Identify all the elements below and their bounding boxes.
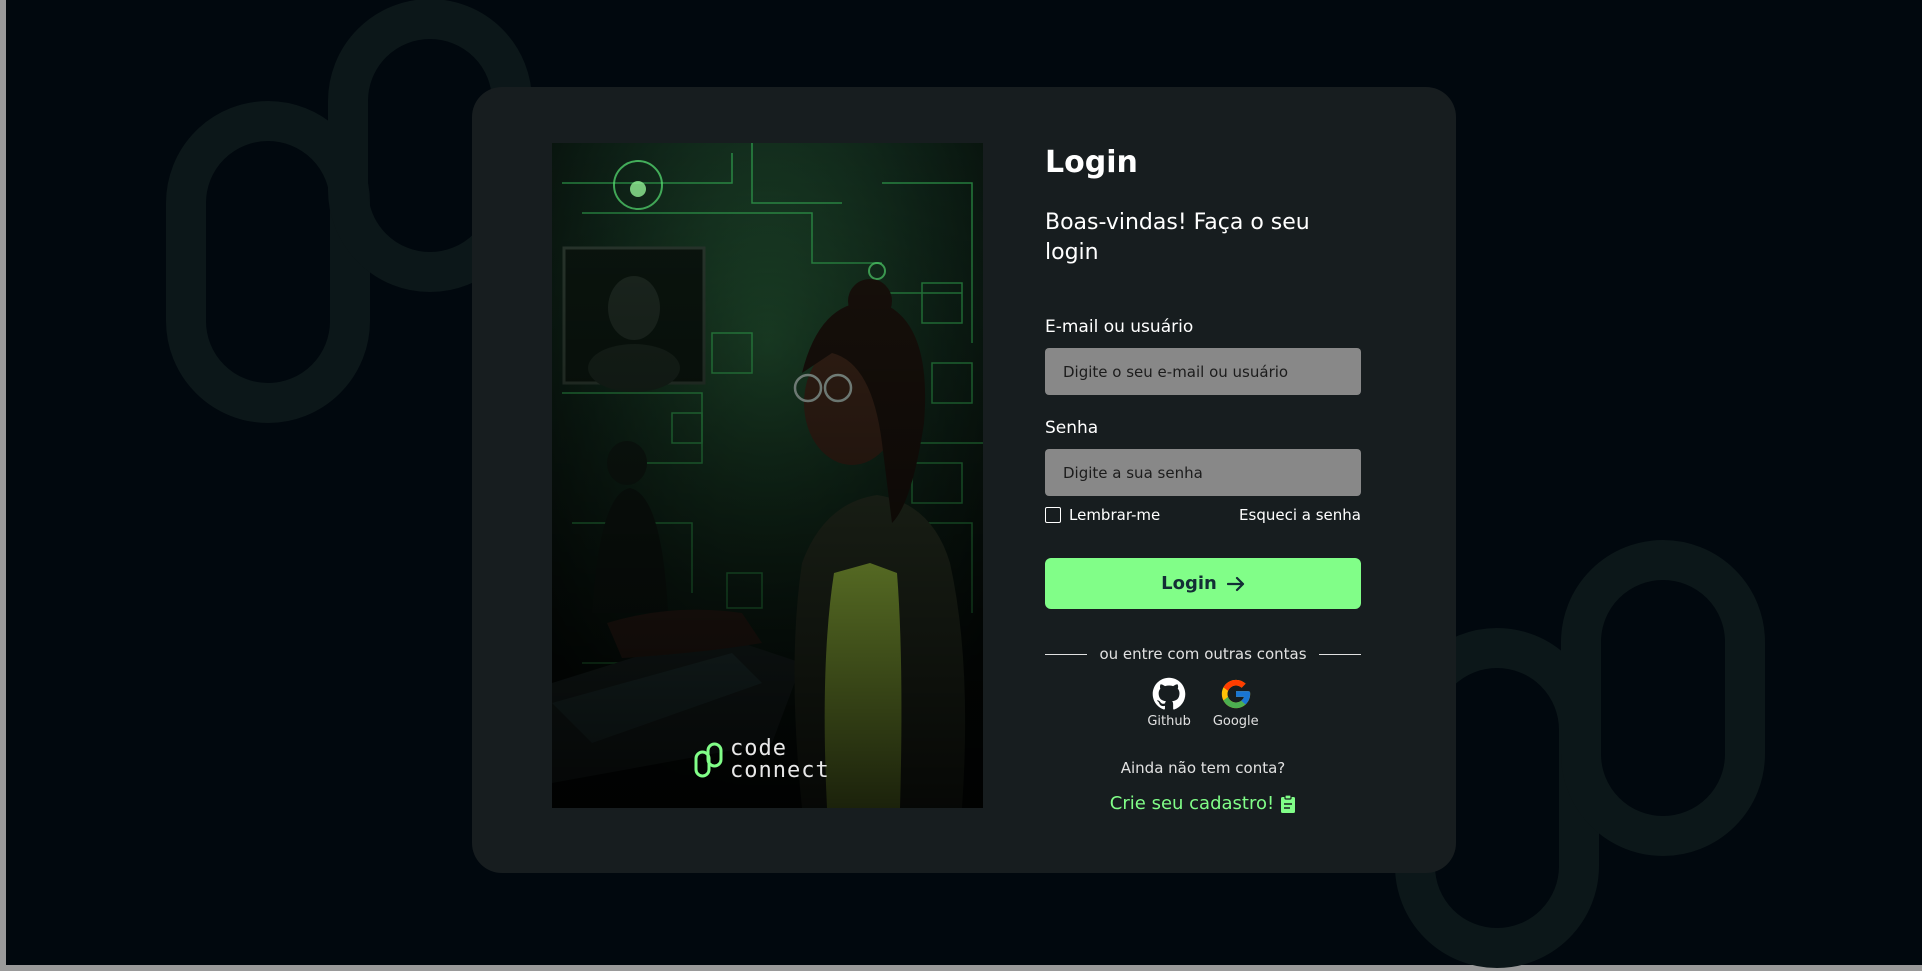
login-card: code connect Login Boas-vindas! Faça o s… [472,87,1456,873]
social-divider: ou entre com outras contas [1045,645,1362,663]
password-label: Senha [1045,418,1099,438]
forgot-password-link[interactable]: Esqueci a senha [1239,506,1361,524]
options-row: Lembrar-me Esqueci a senha [1045,505,1361,525]
google-label: Google [1212,714,1259,729]
divider-text: ou entre com outras contas [1099,645,1307,663]
logo-text-code: code [730,736,787,761]
signup-link[interactable]: Crie seu cadastro! [1045,793,1361,814]
arrow-right-icon [1226,576,1244,591]
no-account-text: Ainda não tem conta? [1120,759,1286,777]
social-logins: Github Google [1045,677,1361,729]
github-icon [1152,677,1186,710]
password-input[interactable] [1045,449,1361,496]
signup-label: Crie seu cadastro! [1109,793,1275,814]
email-label: E-mail ou usuário [1045,317,1194,337]
page-title: Login [1045,145,1138,180]
banner-illustration [552,143,983,808]
email-input[interactable] [1045,348,1361,395]
checkbox-box[interactable] [1045,507,1061,523]
divider-line-left [1045,653,1088,655]
github-label: Github [1147,714,1191,729]
github-login-button[interactable]: Github [1147,677,1191,729]
login-button[interactable]: Login [1045,558,1361,609]
code-connect-logo: code connect [694,738,830,782]
window-frame-left [0,0,6,971]
google-login-button[interactable]: Google [1213,677,1259,729]
divider-line-right [1318,653,1362,655]
logo-text-connect: connect [730,758,830,783]
login-form: Login Boas-vindas! Faça o seu login E-ma… [1045,143,1362,814]
welcome-subtitle: Boas-vindas! Faça o seu login [1045,210,1310,265]
login-button-label: Login [1161,573,1217,594]
google-icon [1221,679,1250,709]
remember-me-label: Lembrar-me [1069,506,1161,524]
banner-image: code connect [552,143,983,808]
clipboard-icon [1281,793,1296,813]
remember-me-checkbox[interactable]: Lembrar-me [1045,506,1160,524]
chain-link-icon [694,742,723,778]
